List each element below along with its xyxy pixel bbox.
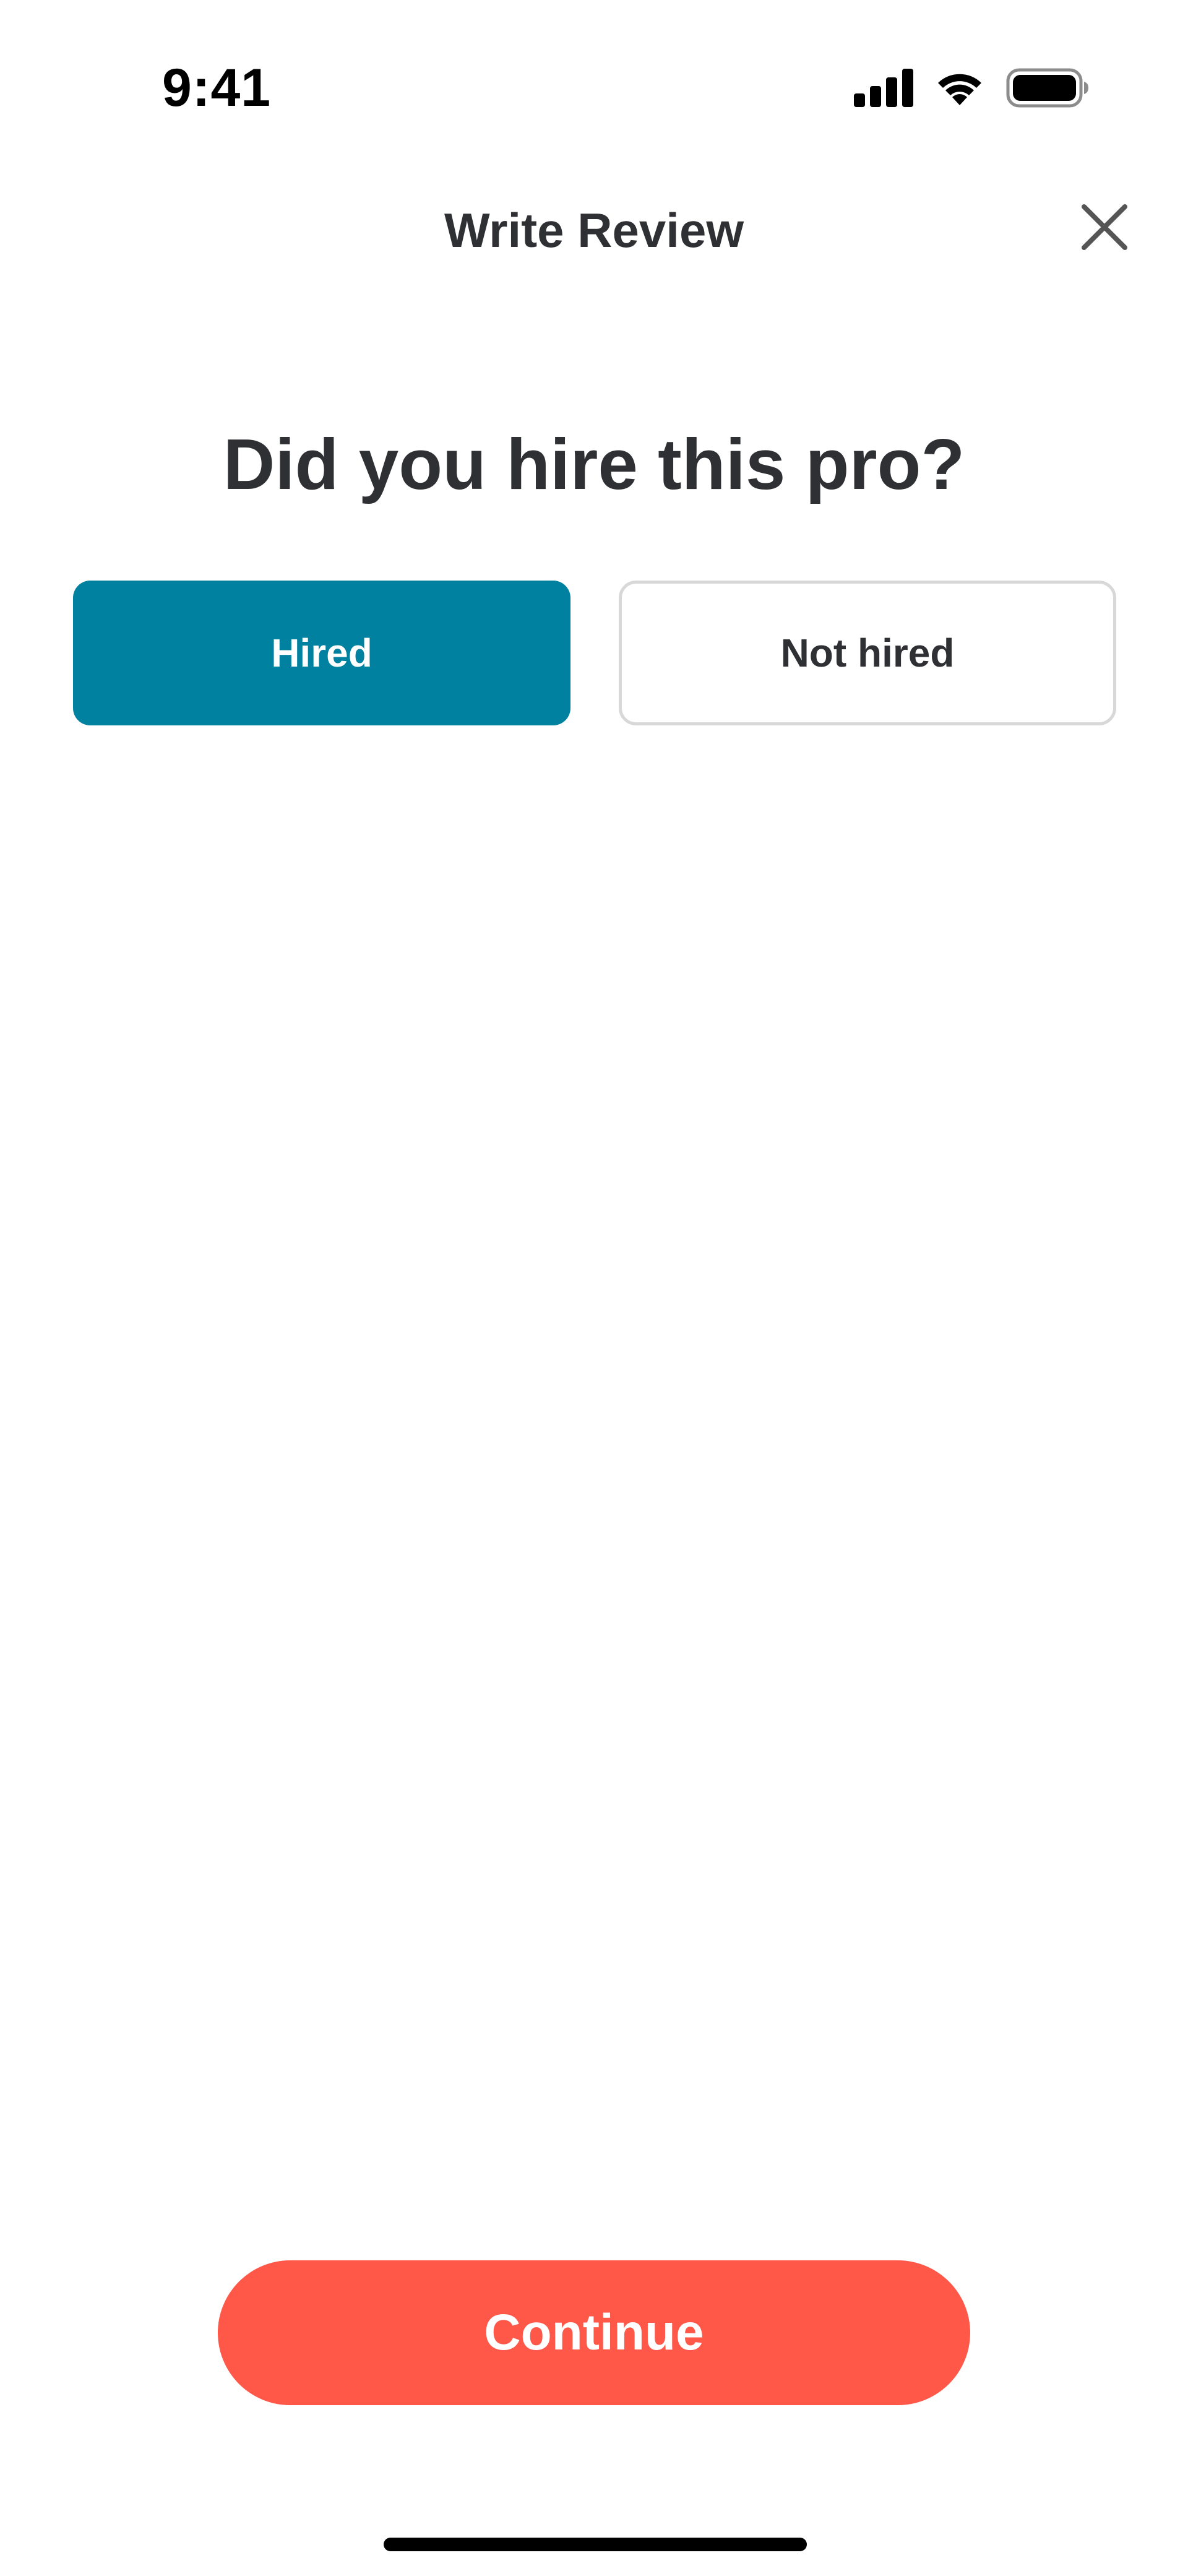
battery-icon [1006,68,1089,108]
hired-option-button[interactable]: Hired [73,581,570,725]
hire-question-heading: Did you hire this pro? [223,424,965,504]
status-time: 9:41 [162,58,272,118]
continue-button-label: Continue [484,2304,704,2361]
status-icons [854,67,1089,109]
continue-button[interactable]: Continue [218,2260,970,2405]
page-title: Write Review [444,203,744,257]
cellular-signal-icon [854,69,913,107]
not-hired-option-label: Not hired [780,631,955,675]
home-indicator[interactable] [384,2538,807,2551]
close-button[interactable] [1077,201,1132,256]
close-icon [1082,204,1127,253]
not-hired-option-button[interactable]: Not hired [619,581,1116,725]
wifi-icon [933,68,986,108]
hired-option-label: Hired [271,631,372,675]
